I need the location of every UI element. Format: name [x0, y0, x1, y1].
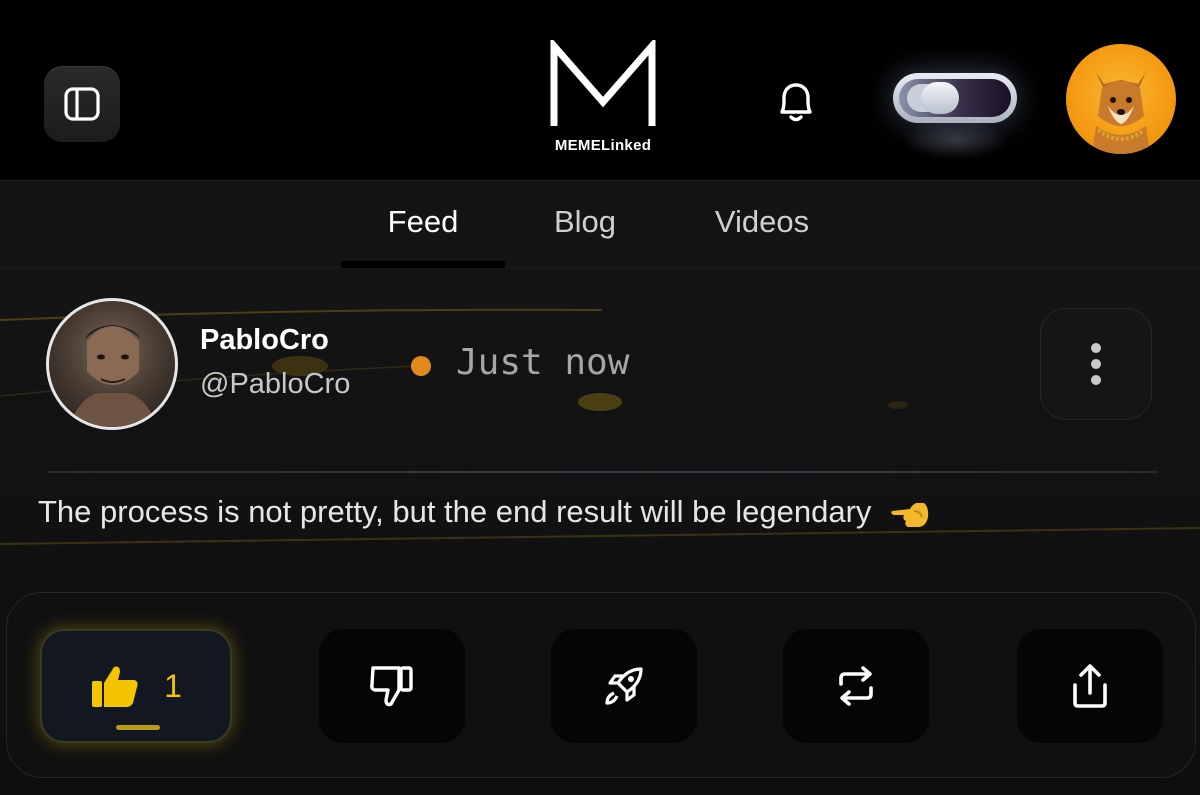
- app-logo[interactable]: MEMELinked: [540, 40, 666, 160]
- share-button[interactable]: [1017, 629, 1163, 743]
- toggle-glow: [900, 120, 1010, 160]
- post-body: The process is not pretty, but the end r…: [38, 494, 930, 531]
- post-divider: [48, 471, 1158, 473]
- logo-m-icon: [550, 40, 656, 126]
- like-button[interactable]: 1: [40, 629, 232, 743]
- toggle-knob: [921, 82, 959, 114]
- post-options-button[interactable]: [1040, 308, 1152, 420]
- user-avatar[interactable]: [1066, 44, 1176, 154]
- post-action-bar: 1: [6, 592, 1196, 778]
- time-dot: [411, 356, 431, 376]
- post-author-handle[interactable]: @PabloCro: [200, 368, 350, 401]
- tab-blog[interactable]: Blog: [530, 197, 640, 247]
- post-author-avatar[interactable]: [46, 298, 178, 430]
- repost-button[interactable]: [783, 629, 929, 743]
- rocket-icon: [605, 667, 643, 705]
- sidebar-toggle-icon: [64, 87, 100, 121]
- tab-feed[interactable]: Feed: [340, 197, 506, 247]
- app-header: MEMELinked: [0, 0, 1200, 180]
- more-vertical-icon: [1091, 343, 1101, 385]
- dislike-button[interactable]: [319, 629, 465, 743]
- theme-toggle-switch[interactable]: [893, 73, 1017, 123]
- logo-text: MEMELinked: [554, 137, 652, 154]
- boost-button[interactable]: [551, 629, 697, 743]
- like-count: 1: [164, 667, 182, 704]
- thumbs-up-icon: [92, 666, 138, 707]
- post-author-name[interactable]: PabloCro: [200, 324, 329, 357]
- shiba-avatar-icon: [1092, 72, 1150, 154]
- sidebar-toggle-button[interactable]: [44, 66, 120, 142]
- pointing-hand-icon: [891, 502, 929, 527]
- repost-icon: [839, 666, 873, 706]
- author-portrait-icon: [69, 325, 157, 427]
- tab-bar: Feed Blog Videos: [0, 180, 1200, 269]
- share-icon: [1073, 664, 1107, 708]
- bell-icon[interactable]: [768, 74, 824, 130]
- post-card: PabloCro @PabloCro Just now The process …: [0, 268, 1200, 795]
- thumbs-down-icon: [370, 666, 413, 707]
- tab-videos[interactable]: Videos: [690, 197, 834, 247]
- post-text: The process is not pretty, but the end r…: [38, 494, 872, 529]
- like-active-indicator: [116, 725, 160, 730]
- post-timestamp: Just now: [456, 342, 630, 383]
